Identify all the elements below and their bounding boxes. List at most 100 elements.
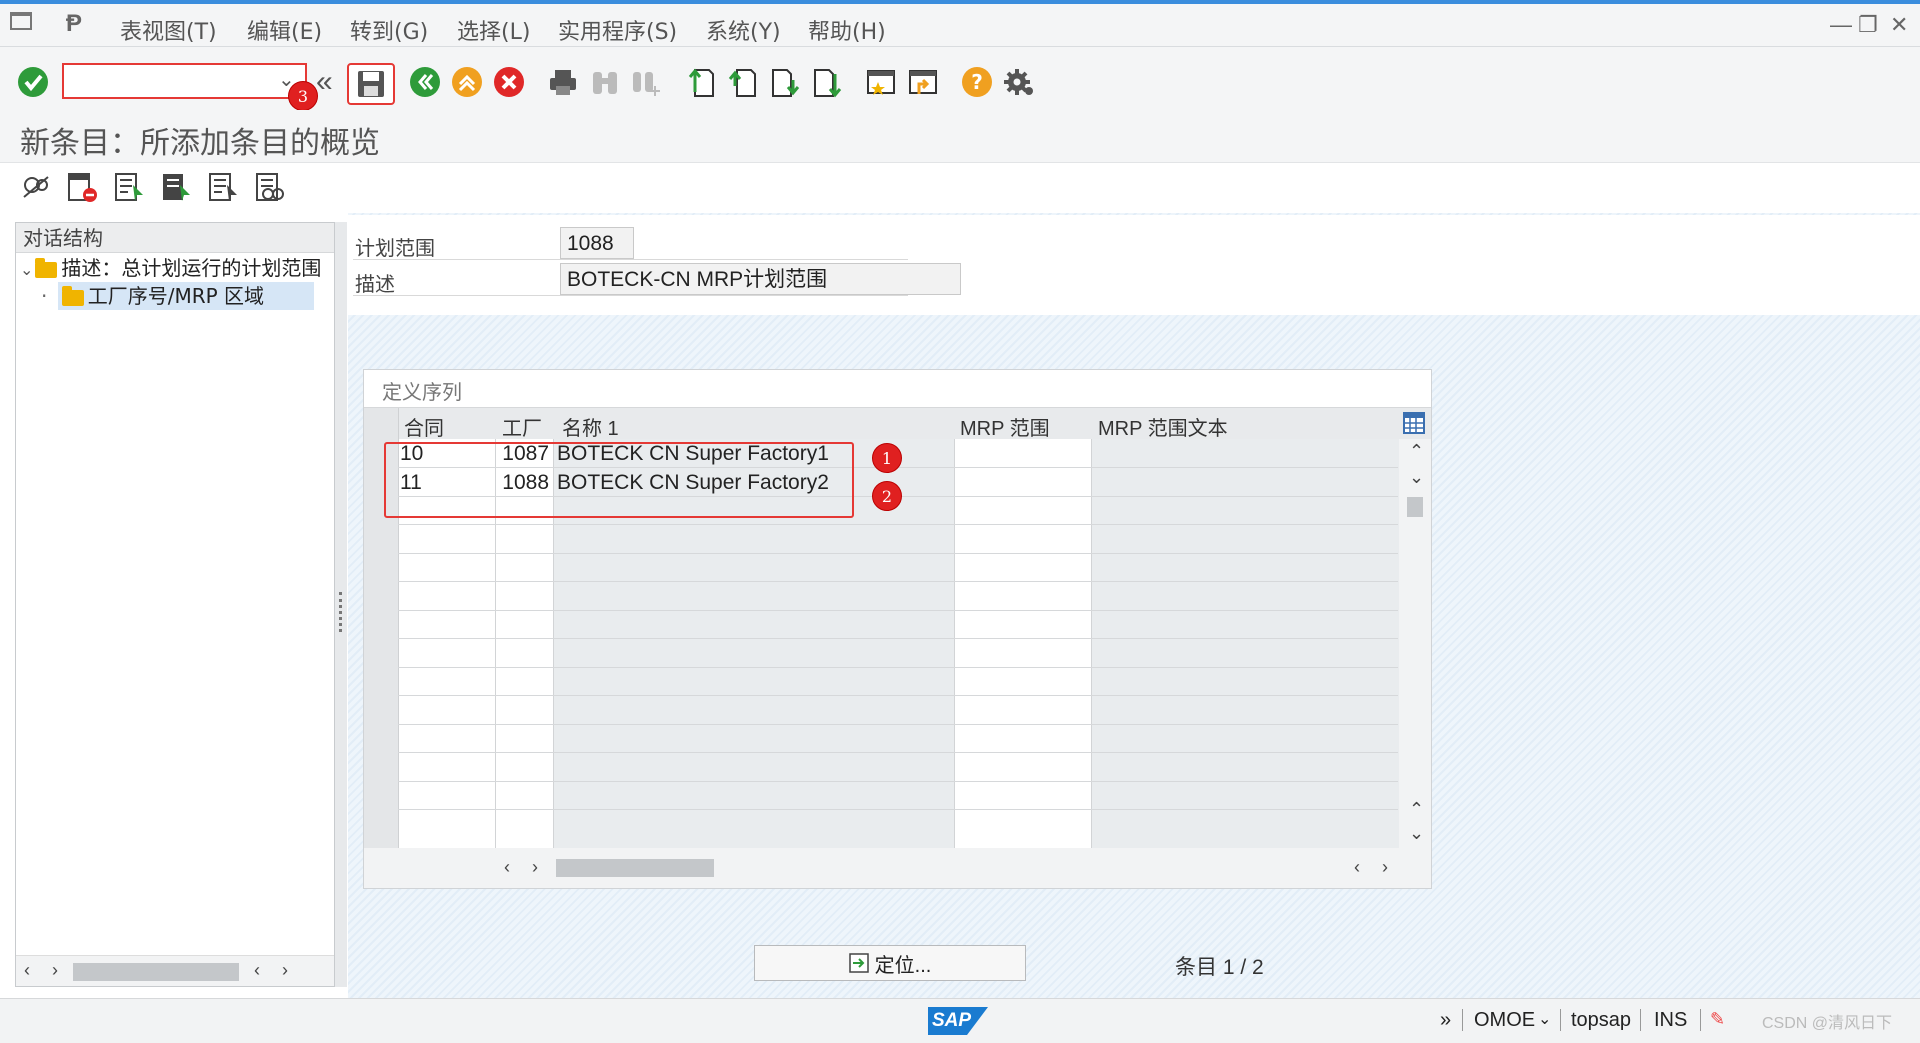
back-green-icon[interactable]: [408, 65, 442, 99]
server-name: topsap: [1571, 1009, 1632, 1031]
menu-system[interactable]: 系统(Y): [706, 14, 781, 46]
new-session-icon[interactable]: [864, 65, 898, 99]
first-page-icon[interactable]: [684, 65, 718, 99]
menu-table-view[interactable]: 表视图(T): [120, 14, 217, 46]
menu-utilities[interactable]: 实用程序(S): [558, 14, 677, 46]
delete-entry-icon[interactable]: [66, 171, 98, 208]
select-all-rows-cell[interactable]: [364, 408, 399, 440]
print-icon[interactable]: [546, 65, 580, 99]
chevron-right-icon[interactable]: ›: [52, 960, 58, 981]
tree-horizontal-scrollbar[interactable]: ‹ › ‹ ›: [16, 955, 334, 986]
expand-status-icon[interactable]: »: [1440, 1009, 1451, 1032]
exit-icon[interactable]: [450, 65, 484, 99]
chevron-down-icon[interactable]: ⌄: [1409, 823, 1424, 844]
tree-node-child[interactable]: · 工厂序号/MRP 区域: [41, 282, 315, 310]
table-hscroll-thumb[interactable]: [556, 859, 714, 877]
sap-logo: SAP: [928, 1007, 988, 1035]
row-line: [398, 581, 1398, 582]
chevron-down-icon[interactable]: ⌄: [20, 260, 33, 279]
entry-count: 条目 1 / 2: [1175, 951, 1264, 981]
status-separator: [1640, 1009, 1641, 1031]
chevron-down-icon[interactable]: ⌄: [1409, 467, 1424, 488]
status-separator: [1462, 1009, 1463, 1031]
column-separator: [954, 439, 955, 848]
column-header-plant[interactable]: 工厂: [502, 412, 542, 441]
column-header-seq[interactable]: 合同: [404, 412, 444, 441]
chevron-right-icon[interactable]: ›: [532, 857, 538, 878]
menu-edit[interactable]: 编辑(E): [247, 14, 322, 46]
last-page-icon[interactable]: [810, 65, 844, 99]
tree-node-root[interactable]: ⌄ 描述：总计划运行的计划范围: [20, 254, 321, 282]
layout-menu-icon[interactable]: Ᵽ: [66, 10, 82, 38]
select-all-icon[interactable]: [113, 171, 145, 208]
column-header-mrp-area[interactable]: MRP 范围: [960, 412, 1050, 441]
row-line: [398, 781, 1398, 782]
display-change-icon[interactable]: [20, 171, 52, 208]
locate-button[interactable]: 定位...: [754, 945, 1026, 981]
shortcut-icon[interactable]: [906, 65, 940, 99]
annotation-marker-1: 1: [872, 443, 902, 473]
chevron-left-icon[interactable]: ‹: [254, 960, 260, 981]
minimize-icon[interactable]: —: [1830, 12, 1852, 38]
close-window-icon[interactable]: ✕: [1890, 12, 1908, 38]
table-vertical-scrollbar[interactable]: ⌃ ⌄ ⌃ ⌄: [1399, 439, 1431, 848]
menu-selection[interactable]: 选择(L): [457, 14, 530, 46]
entry-label: 条目: [1175, 956, 1217, 979]
menu-goto[interactable]: 转到(G): [350, 14, 428, 46]
find-next-icon[interactable]: [628, 65, 662, 99]
annotation-marker-2: 2: [872, 481, 902, 511]
column-header-mrp-text[interactable]: MRP 范围文本: [1098, 412, 1228, 441]
column-separator: [1091, 439, 1092, 848]
help-icon[interactable]: ?: [960, 65, 994, 99]
plan-scope-field: 1088: [560, 227, 634, 259]
table-settings-icon[interactable]: [1402, 411, 1426, 435]
tree-node-child-selected[interactable]: 工厂序号/MRP 区域: [57, 282, 315, 310]
chevron-left-icon[interactable]: ‹: [24, 960, 30, 981]
chevron-up-icon[interactable]: ⌃: [1409, 799, 1424, 820]
table-vscroll-thumb[interactable]: [1407, 497, 1423, 517]
chevron-right-icon[interactable]: ›: [282, 960, 288, 981]
insert-mode[interactable]: INS: [1654, 1009, 1687, 1032]
cancel-icon[interactable]: [492, 65, 526, 99]
table-title: 定义序列: [382, 380, 462, 404]
table-header-row: 合同 工厂 名称 1 MRP 范围 MRP 范围文本: [364, 407, 1431, 441]
column-header-name[interactable]: 名称 1: [562, 412, 619, 441]
sequence-table: 定义序列 合同 工厂 名称 1 MRP 范围 MRP 范围文本 10 1087 …: [363, 369, 1432, 889]
chevron-down-icon[interactable]: ⌄: [1538, 1009, 1551, 1029]
save-button[interactable]: [347, 63, 395, 105]
description-field: BOTECK-CN MRP计划范围: [560, 263, 961, 295]
next-page-icon[interactable]: [768, 65, 802, 99]
status-separator: [1700, 1009, 1701, 1031]
find-icon[interactable]: [588, 65, 622, 99]
deselect-all-icon[interactable]: [207, 171, 239, 208]
chevron-left-icon[interactable]: ‹: [504, 857, 510, 878]
transaction-code[interactable]: OMOE: [1474, 1009, 1535, 1032]
splitter-grip[interactable]: [339, 592, 346, 632]
tree-scroll-thumb[interactable]: [73, 963, 239, 981]
form-divider: [353, 259, 908, 260]
status-separator: [1560, 1009, 1561, 1031]
restore-icon[interactable]: ❐: [1858, 12, 1878, 38]
menu-bar: Ᵽ 表视图(T) 编辑(E) 转到(G) 选择(L) 实用程序(S) 系统(Y)…: [0, 4, 1920, 47]
collapse-command-icon[interactable]: «: [316, 65, 333, 99]
enter-icon[interactable]: [16, 65, 50, 99]
chevron-right-icon[interactable]: ›: [1382, 857, 1388, 878]
menu-toggle-icon[interactable]: [10, 12, 32, 30]
plan-scope-label: 计划范围: [355, 236, 435, 260]
print-view-icon[interactable]: [254, 171, 286, 208]
table-horizontal-scrollbar[interactable]: ‹ › ‹ ›: [364, 848, 1431, 888]
previous-page-icon[interactable]: [726, 65, 760, 99]
settings-icon[interactable]: [1002, 65, 1036, 99]
row-line: [398, 638, 1398, 639]
select-block-icon[interactable]: [160, 171, 192, 208]
row-line: [398, 524, 1398, 525]
chevron-up-icon[interactable]: ⌃: [1409, 441, 1424, 462]
menu-help[interactable]: 帮助(H): [808, 14, 886, 46]
command-field[interactable]: [68, 68, 272, 96]
folder-icon: [35, 257, 58, 278]
pane-splitter[interactable]: [335, 222, 347, 987]
status-bar: SAP » OMOE ⌄ topsap INS ✎ CSDN @清风日下: [0, 998, 1920, 1043]
mrp-area-column-cells[interactable]: [955, 439, 1091, 848]
chevron-left-icon[interactable]: ‹: [1354, 857, 1360, 878]
tree-node-root-label: 描述：总计划运行的计划范围: [61, 256, 322, 280]
